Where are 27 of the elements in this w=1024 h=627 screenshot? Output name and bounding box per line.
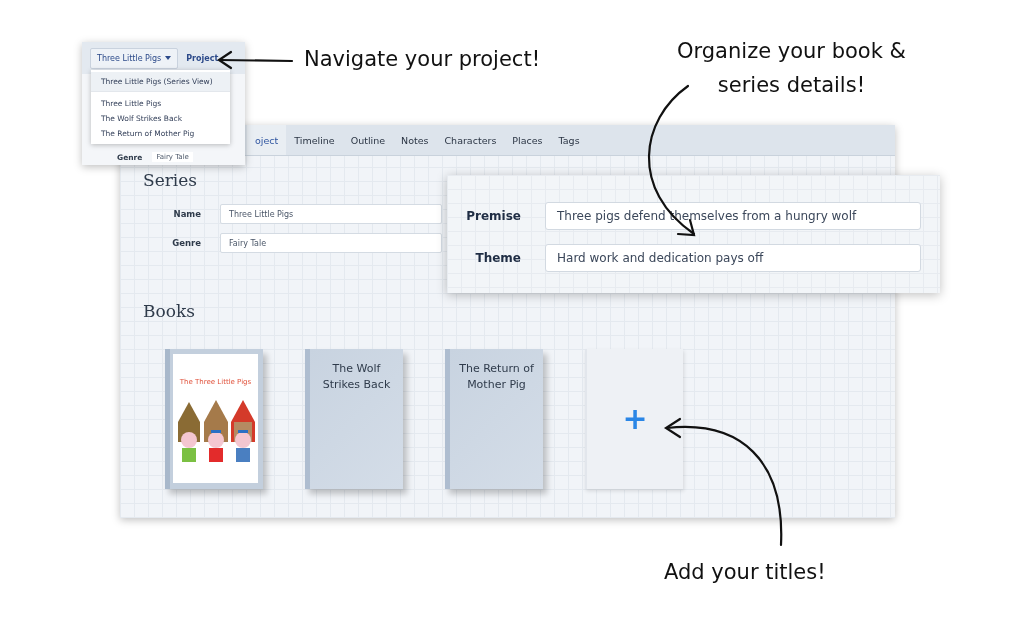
tab[interactable]: Characters [436, 125, 505, 155]
plus-icon: + [622, 404, 648, 434]
tab[interactable]: Tags [550, 125, 588, 155]
section-heading: Books [143, 301, 196, 321]
tab[interactable]: oject [247, 125, 287, 155]
book-card[interactable]: The Wolf Strikes Back [305, 349, 403, 489]
annotation-text: Organize your book & series details! [677, 38, 906, 99]
input-field[interactable]: Three Little Pigs [220, 204, 442, 224]
input-field[interactable]: Hard work and dedication pays off [545, 244, 921, 272]
field-label: Theme [474, 251, 521, 265]
book-title: The Wolf Strikes Back [321, 361, 392, 393]
field-label: Premise [465, 209, 521, 223]
caret-icon [165, 56, 172, 60]
field-label: Genre [171, 238, 201, 248]
book-card[interactable]: The Return of Mother Pig [445, 349, 543, 489]
project-link[interactable]: Project [186, 53, 219, 63]
annotation-text: Add your titles! [664, 559, 826, 586]
annotation-text: Navigate your project! [304, 46, 541, 73]
tab[interactable]: Outline [342, 125, 394, 155]
section-heading: Series [143, 170, 199, 190]
field-label: Name [172, 209, 201, 219]
project-dropdown-button[interactable]: Three Little Pigs [90, 47, 179, 69]
tab[interactable]: Places [504, 125, 551, 155]
tab[interactable]: Timeline [286, 125, 343, 155]
tab[interactable]: Notes [393, 125, 437, 155]
book-title: The Return of Mother Pig [458, 361, 535, 393]
input-field[interactable]: Fairy Tale [220, 233, 442, 253]
